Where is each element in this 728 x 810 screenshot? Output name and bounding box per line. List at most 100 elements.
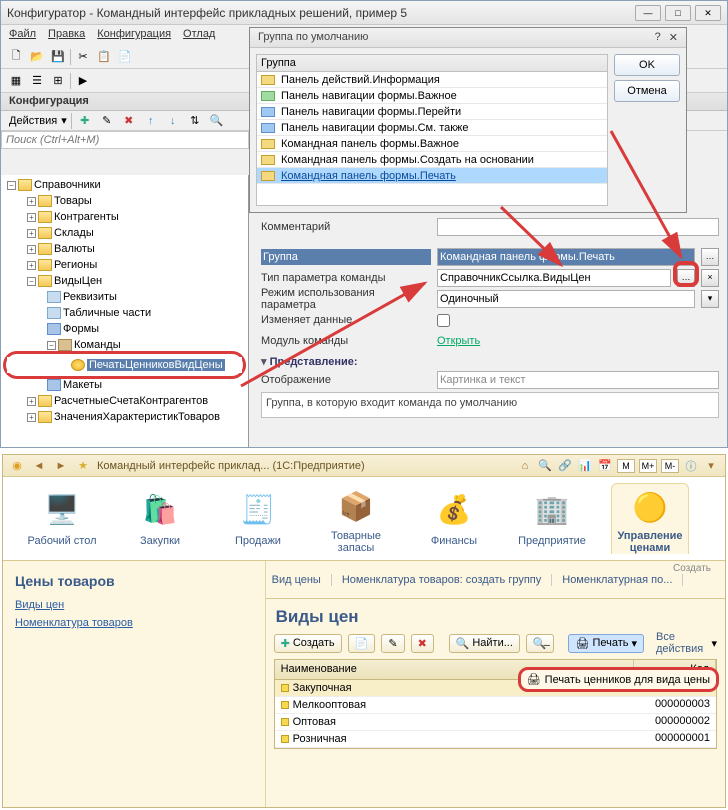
table-row[interactable]: Розничная 000000001 xyxy=(275,731,716,748)
list-item[interactable]: Командная панель формы.Важное xyxy=(281,138,459,150)
list-item[interactable]: Панель навигации формы.Перейти xyxy=(281,106,461,118)
prop-otob-field[interactable]: Картинка и текст xyxy=(437,371,719,389)
expand-toggle[interactable]: + xyxy=(27,229,36,238)
tree-item[interactable]: Контрагенты xyxy=(54,211,119,223)
badge-m[interactable]: M xyxy=(617,459,635,473)
maximize-button[interactable]: □ xyxy=(665,5,691,21)
delete-button[interactable]: ✖ xyxy=(411,634,434,653)
create-button[interactable]: ✚Создать xyxy=(274,634,342,653)
save-icon[interactable]: 💾 xyxy=(49,48,67,66)
home-icon[interactable]: ⌂ xyxy=(517,458,533,474)
paste-icon[interactable]: 📄 xyxy=(116,48,134,66)
nav-sell[interactable]: 🧾 Продажи xyxy=(219,483,297,554)
tree-rekv[interactable]: Реквизиты xyxy=(63,291,117,303)
open-module-link[interactable]: Открыть xyxy=(437,335,480,347)
create-link[interactable]: Номенклатура товаров: создать группу xyxy=(342,574,552,586)
all-actions-link[interactable]: Все действия xyxy=(656,631,705,655)
expand-toggle[interactable]: − xyxy=(27,277,36,286)
prop-comment-field[interactable] xyxy=(437,218,719,236)
new-icon[interactable]: 🗋 xyxy=(7,48,25,66)
find-button[interactable]: 🔍 Найти... xyxy=(449,634,520,653)
tree-item[interactable]: Валюты xyxy=(54,243,95,255)
nav-price[interactable]: 🟡 Управление ценами xyxy=(611,483,689,554)
list-item[interactable]: Панель навигации формы.Важное xyxy=(281,90,457,102)
layout-icon[interactable]: ▦ xyxy=(7,72,25,90)
run-icon[interactable]: ▶ xyxy=(74,72,92,90)
prop-tpk-field[interactable]: СправочникСсылка.ВидыЦен xyxy=(437,269,671,287)
menu-edit[interactable]: Правка xyxy=(48,28,85,42)
prop-ellipsis-button[interactable]: … xyxy=(677,269,695,287)
cancel-button[interactable]: Отмена xyxy=(614,80,680,102)
minimize-button[interactable]: — xyxy=(635,5,661,21)
menu-file[interactable]: Файл xyxy=(9,28,36,42)
expand-toggle[interactable]: + xyxy=(27,413,36,422)
nav-stock[interactable]: 📦 Товарные запасы xyxy=(317,483,395,554)
calc-icon[interactable]: 📊 xyxy=(577,458,593,474)
menu-config[interactable]: Конфигурация xyxy=(97,28,171,42)
down-icon[interactable]: ↓ xyxy=(164,112,182,130)
nav-fin[interactable]: 💰 Финансы xyxy=(415,483,493,554)
tree-item[interactable]: Склады xyxy=(54,227,94,239)
prop-rip-field[interactable]: Одиночный xyxy=(437,290,695,308)
grid-icon[interactable]: ⊞ xyxy=(49,72,67,90)
find-icon[interactable]: 🔍 xyxy=(208,112,226,130)
clear-find-button[interactable]: 🔍̶ xyxy=(526,634,554,653)
list-item-selected[interactable]: Командная панель формы.Печать xyxy=(281,170,456,182)
table-row[interactable]: Мелкооптовая 000000003 xyxy=(275,697,716,714)
create-link[interactable]: Вид цены xyxy=(272,574,332,586)
favorite-icon[interactable]: ★ xyxy=(75,458,91,474)
ok-button[interactable]: OK xyxy=(614,54,680,76)
popup-close-icon[interactable]: ✕ xyxy=(669,31,678,44)
print-menu-item[interactable]: 🖨 Печать ценников для вида цены xyxy=(518,667,719,692)
expand-toggle[interactable]: + xyxy=(27,261,36,270)
menu-debug[interactable]: Отлад xyxy=(183,28,215,42)
prop-group-field[interactable]: Командная панель формы.Печать xyxy=(437,248,695,266)
prop-izm-checkbox[interactable] xyxy=(437,314,450,327)
table-row[interactable]: Оптовая 000000002 xyxy=(275,714,716,731)
prop-clear-button[interactable]: × xyxy=(701,269,719,287)
list-item[interactable]: Панель навигации формы.См. также xyxy=(281,122,469,134)
cut-icon[interactable]: ✂ xyxy=(74,48,92,66)
nav-fwd-icon[interactable]: ► xyxy=(53,458,69,474)
nav-buy[interactable]: 🛍️ Закупки xyxy=(121,483,199,554)
prop-ellipsis-button[interactable]: … xyxy=(701,248,719,266)
add-icon[interactable]: ✚ xyxy=(76,112,94,130)
sidebar-link-vidy[interactable]: Виды цен xyxy=(15,599,253,611)
search-icon[interactable]: 🔍 xyxy=(537,458,553,474)
copy-button[interactable]: 📄 xyxy=(348,634,376,653)
open-icon[interactable]: 📂 xyxy=(28,48,46,66)
expand-toggle[interactable]: − xyxy=(7,181,16,190)
copy-icon[interactable]: 📋 xyxy=(95,48,113,66)
list-item[interactable]: Командная панель формы.Создать на основа… xyxy=(281,154,534,166)
badge-mplus[interactable]: M+ xyxy=(639,459,657,473)
expand-toggle[interactable]: + xyxy=(27,213,36,222)
tree-item[interactable]: Товары xyxy=(54,195,92,207)
tree-vidycen[interactable]: ВидыЦен xyxy=(54,275,102,287)
print-button[interactable]: 🖨 Печать ▾ xyxy=(568,634,644,653)
sort-icon[interactable]: ⇅ xyxy=(186,112,204,130)
nav-back-icon[interactable]: ◄ xyxy=(31,458,47,474)
badge-mminus[interactable]: M- xyxy=(661,459,679,473)
tree-znach[interactable]: ЗначенияХарактеристикТоваров xyxy=(54,411,220,423)
popup-help-icon[interactable]: ? xyxy=(655,31,661,44)
expand-toggle[interactable]: + xyxy=(27,397,36,406)
search-input[interactable] xyxy=(1,131,249,149)
expand-toggle[interactable]: − xyxy=(47,341,56,350)
tree-forms[interactable]: Формы xyxy=(63,323,99,335)
create-link[interactable]: Номенклатурная по... xyxy=(562,574,683,586)
up-icon[interactable]: ↑ xyxy=(142,112,160,130)
edit-icon[interactable]: ✎ xyxy=(98,112,116,130)
nav-ent[interactable]: 🏢 Предприятие xyxy=(513,483,591,554)
tree-commands[interactable]: Команды xyxy=(74,339,121,351)
info-icon[interactable]: ⓘ xyxy=(683,458,699,474)
tree-rsch[interactable]: РасчетныеСчетаКонтрагентов xyxy=(54,395,208,407)
expand-toggle[interactable]: + xyxy=(27,197,36,206)
tree-item[interactable]: Регионы xyxy=(54,259,97,271)
tree-pechat[interactable]: ПечатьЦенниковВидЦены xyxy=(87,359,225,371)
prop-dropdown-button[interactable]: ▾ xyxy=(701,290,719,308)
tree-root[interactable]: Справочники xyxy=(34,179,101,191)
nav-desktop[interactable]: 🖥️ Рабочий стол xyxy=(23,483,101,554)
expand-toggle[interactable]: + xyxy=(27,245,36,254)
close-button[interactable]: ✕ xyxy=(695,5,721,21)
tree-tabparts[interactable]: Табличные части xyxy=(63,307,151,319)
